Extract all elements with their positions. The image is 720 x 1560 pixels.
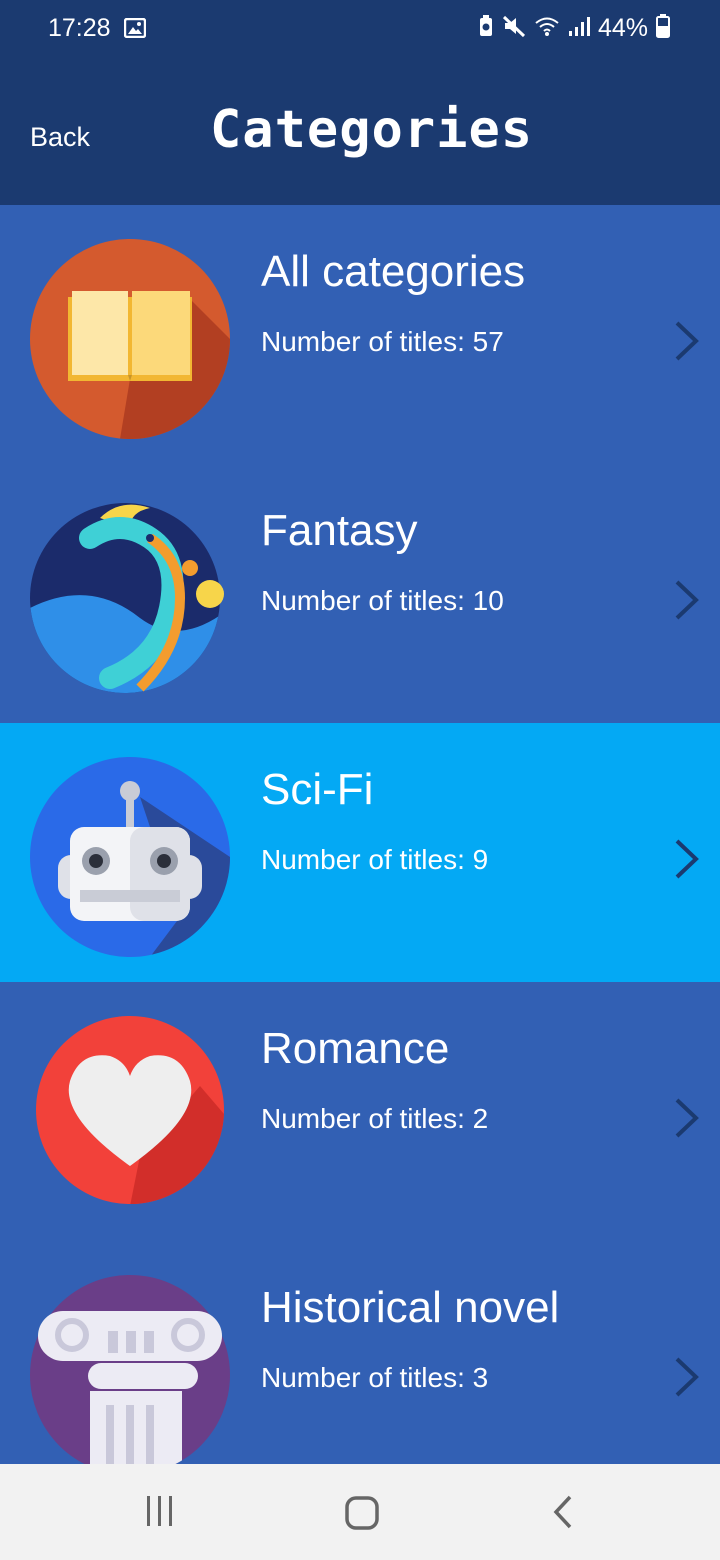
category-count: Number of titles: 3 <box>261 1362 489 1393</box>
category-title: All categories <box>261 247 526 296</box>
category-row-scifi[interactable]: Sci-Fi Number of titles: 9 <box>0 723 720 982</box>
chevron-right-icon <box>672 578 702 627</box>
category-count: Number of titles: 57 <box>261 326 504 357</box>
chevron-right-icon <box>672 1096 702 1145</box>
category-row-romance[interactable]: Romance Number of titles: 2 <box>0 982 720 1241</box>
category-count: Number of titles: 10 <box>261 585 504 616</box>
recents-icon[interactable] <box>144 1492 176 1537</box>
category-row-fantasy[interactable]: Fantasy Number of titles: 10 <box>0 464 720 723</box>
back-button[interactable]: Back <box>30 122 90 153</box>
chevron-right-icon <box>672 1355 702 1404</box>
category-count: Number of titles: 2 <box>261 1103 489 1134</box>
app-header: Back Categories <box>0 60 720 205</box>
chevron-right-icon <box>672 837 702 886</box>
system-nav-bar <box>0 1464 720 1560</box>
status-right-cluster: 44% <box>478 14 670 43</box>
category-count: Number of titles: 9 <box>261 844 489 875</box>
image-icon <box>123 17 147 43</box>
battery-percent: 44% <box>597 14 648 42</box>
mute-icon <box>502 14 526 43</box>
column-icon <box>30 1275 230 1475</box>
open-book-icon <box>30 239 230 439</box>
category-title: Romance <box>261 1024 450 1073</box>
home-icon[interactable] <box>344 1492 380 1537</box>
battery-icon <box>656 14 670 43</box>
heart-icon <box>30 1016 230 1216</box>
category-list: All categories Number of titles: 57 Fant… <box>0 205 720 1500</box>
category-row-all[interactable]: All categories Number of titles: 57 <box>0 205 720 464</box>
status-time: 17:28 <box>48 14 111 42</box>
chevron-right-icon <box>672 319 702 368</box>
category-row-historical[interactable]: Historical novel Number of titles: 3 <box>0 1241 720 1500</box>
category-title: Fantasy <box>261 506 418 555</box>
page-title: Categories <box>210 100 534 160</box>
wifi-icon <box>534 15 560 42</box>
signal-icon <box>568 15 590 42</box>
robot-icon <box>30 757 230 957</box>
dragon-icon <box>30 498 230 698</box>
status-bar: 17:28 44% <box>0 0 720 60</box>
back-nav-icon[interactable] <box>552 1492 576 1537</box>
battery-saver-icon <box>478 15 494 42</box>
category-title: Historical novel <box>261 1283 560 1332</box>
category-title: Sci-Fi <box>261 765 374 814</box>
